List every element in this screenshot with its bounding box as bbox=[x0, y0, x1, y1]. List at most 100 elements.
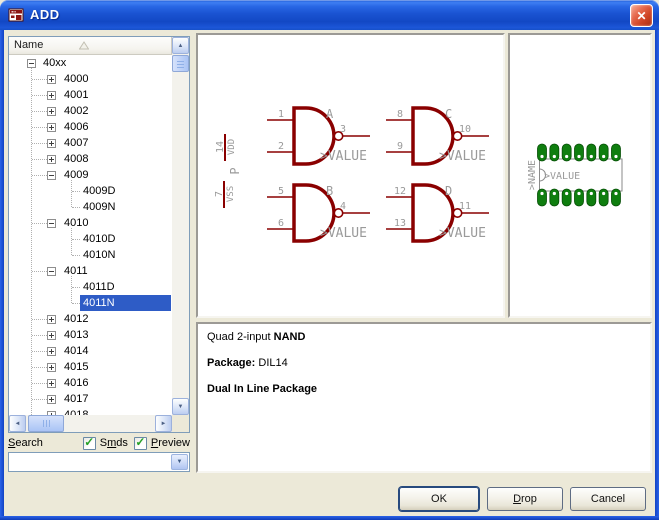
tree-item-label[interactable]: 4013 bbox=[61, 327, 91, 343]
tree-item-label[interactable]: 4009D bbox=[80, 183, 118, 199]
collapse-toggle-icon[interactable] bbox=[47, 171, 56, 180]
tree-item-label[interactable]: 4006 bbox=[61, 119, 91, 135]
scroll-down-button[interactable]: ▼ bbox=[172, 398, 189, 415]
tree-item[interactable]: 4011 bbox=[9, 263, 172, 279]
tree-item-label[interactable]: 4008 bbox=[61, 151, 91, 167]
tree-item[interactable]: 4011N bbox=[9, 295, 172, 311]
tree-item[interactable]: 4010D bbox=[9, 231, 172, 247]
tree-item-label[interactable]: 4007 bbox=[61, 135, 91, 151]
tree-item[interactable]: 4008 bbox=[9, 151, 172, 167]
svg-text:4: 4 bbox=[340, 201, 346, 212]
scrollbar-corner bbox=[172, 415, 189, 432]
expand-toggle-icon[interactable] bbox=[47, 75, 56, 84]
expand-toggle-icon[interactable] bbox=[47, 363, 56, 372]
tree-item-label[interactable]: 4002 bbox=[61, 103, 91, 119]
tree-item-label[interactable]: 4011N bbox=[80, 295, 171, 311]
preview-checkbox[interactable]: ✓ bbox=[134, 437, 147, 450]
tree-item[interactable]: 4012 bbox=[9, 311, 172, 327]
expand-toggle-icon[interactable] bbox=[47, 155, 56, 164]
tree-horizontal-scrollbar[interactable]: ◄ ► bbox=[9, 415, 172, 432]
close-button[interactable]: ✕ bbox=[630, 4, 653, 27]
tree-item-label[interactable]: 4018 bbox=[61, 407, 91, 415]
svg-text:3: 3 bbox=[340, 124, 346, 135]
tree-item-label[interactable]: 40xx bbox=[40, 55, 69, 71]
expand-toggle-icon[interactable] bbox=[47, 395, 56, 404]
search-combo[interactable]: ▼ bbox=[8, 452, 190, 472]
preview-label: Preview bbox=[151, 437, 190, 449]
titlebar[interactable]: ADD ✕ bbox=[0, 0, 659, 30]
expand-toggle-icon[interactable] bbox=[47, 107, 56, 116]
combo-dropdown-button[interactable]: ▼ bbox=[171, 454, 188, 470]
pad-top-3 bbox=[562, 144, 571, 161]
tree-item[interactable]: 4009N bbox=[9, 199, 172, 215]
collapse-toggle-icon[interactable] bbox=[47, 219, 56, 228]
expand-toggle-icon[interactable] bbox=[47, 315, 56, 324]
tree-item[interactable]: 4010 bbox=[9, 215, 172, 231]
tree-item[interactable]: 40xx bbox=[9, 55, 172, 71]
tree-item[interactable]: 4001 bbox=[9, 87, 172, 103]
tree-item-label[interactable]: 4010D bbox=[80, 231, 118, 247]
tree-item-label[interactable]: 4010 bbox=[61, 215, 91, 231]
tree-item[interactable]: 4016 bbox=[9, 375, 172, 391]
tree-item-label[interactable]: 4000 bbox=[61, 71, 91, 87]
tree-item-label[interactable]: 4012 bbox=[61, 311, 91, 327]
tree-item[interactable]: 4002 bbox=[9, 103, 172, 119]
svg-text:6: 6 bbox=[278, 218, 284, 229]
pad-top-6 bbox=[599, 144, 608, 161]
tree-item-label[interactable]: 4015 bbox=[61, 359, 91, 375]
drill-hole bbox=[540, 155, 543, 158]
tree-item[interactable]: 4017 bbox=[9, 391, 172, 407]
tree-item[interactable]: 4018 bbox=[9, 407, 172, 415]
tree-item[interactable]: 4000 bbox=[9, 71, 172, 87]
tree-item[interactable]: 4011D bbox=[9, 279, 172, 295]
close-icon: ✕ bbox=[636, 9, 646, 23]
tree-item-label[interactable]: 4014 bbox=[61, 343, 91, 359]
tree-item[interactable]: 4014 bbox=[9, 343, 172, 359]
tree-guide-line bbox=[72, 239, 80, 240]
expand-toggle-icon[interactable] bbox=[47, 379, 56, 388]
tree-item-label[interactable]: 4011 bbox=[61, 263, 91, 279]
expand-toggle-icon[interactable] bbox=[47, 331, 56, 340]
scroll-right-button[interactable]: ► bbox=[155, 415, 172, 432]
nand-gate-B: 564B>VALUE bbox=[267, 184, 370, 241]
expand-toggle-icon[interactable] bbox=[47, 91, 56, 100]
preview-option[interactable]: ✓ Preview bbox=[134, 437, 190, 450]
tree-item-label[interactable]: 4001 bbox=[61, 87, 91, 103]
tree-column-header-name[interactable]: Name bbox=[9, 37, 172, 55]
window-border-right bbox=[655, 30, 659, 520]
collapse-toggle-icon[interactable] bbox=[47, 267, 56, 276]
collapse-toggle-icon[interactable] bbox=[27, 59, 36, 68]
expand-toggle-icon[interactable] bbox=[47, 123, 56, 132]
ok-button[interactable]: OK bbox=[399, 487, 479, 511]
expand-toggle-icon[interactable] bbox=[47, 139, 56, 148]
tree-vertical-scrollbar[interactable]: ▲ ▼ bbox=[172, 37, 189, 415]
search-input[interactable] bbox=[11, 455, 169, 469]
tree-guide-line bbox=[32, 399, 47, 400]
tree-item[interactable]: 4009D bbox=[9, 183, 172, 199]
smds-option[interactable]: ✓ Smds bbox=[83, 437, 128, 450]
tree-item[interactable]: 4007 bbox=[9, 135, 172, 151]
window-border-bottom bbox=[0, 516, 659, 520]
tree-item[interactable]: 4009 bbox=[9, 167, 172, 183]
expand-toggle-icon[interactable] bbox=[47, 347, 56, 356]
tree-item-label[interactable]: 4009N bbox=[80, 199, 118, 215]
tree-item-label[interactable]: 4011D bbox=[80, 279, 118, 295]
scroll-left-button[interactable]: ◄ bbox=[9, 415, 26, 432]
drop-button[interactable]: Drop bbox=[487, 487, 563, 511]
drill-hole bbox=[602, 155, 605, 158]
tree-item-label[interactable]: 4016 bbox=[61, 375, 91, 391]
tree-item-label[interactable]: 4017 bbox=[61, 391, 91, 407]
cancel-button[interactable]: Cancel bbox=[570, 487, 646, 511]
tree-guide-line bbox=[32, 383, 47, 384]
tree-item[interactable]: 4006 bbox=[9, 119, 172, 135]
drill-hole bbox=[565, 155, 568, 158]
smds-checkbox[interactable]: ✓ bbox=[83, 437, 96, 450]
tree-item[interactable]: 4013 bbox=[9, 327, 172, 343]
horizontal-scroll-thumb[interactable] bbox=[28, 415, 64, 432]
tree-item-label[interactable]: 4009 bbox=[61, 167, 91, 183]
vertical-scroll-thumb[interactable] bbox=[172, 55, 189, 72]
tree-item[interactable]: 4015 bbox=[9, 359, 172, 375]
scroll-up-button[interactable]: ▲ bbox=[172, 37, 189, 54]
tree-item-label[interactable]: 4010N bbox=[80, 247, 118, 263]
tree-item[interactable]: 4010N bbox=[9, 247, 172, 263]
